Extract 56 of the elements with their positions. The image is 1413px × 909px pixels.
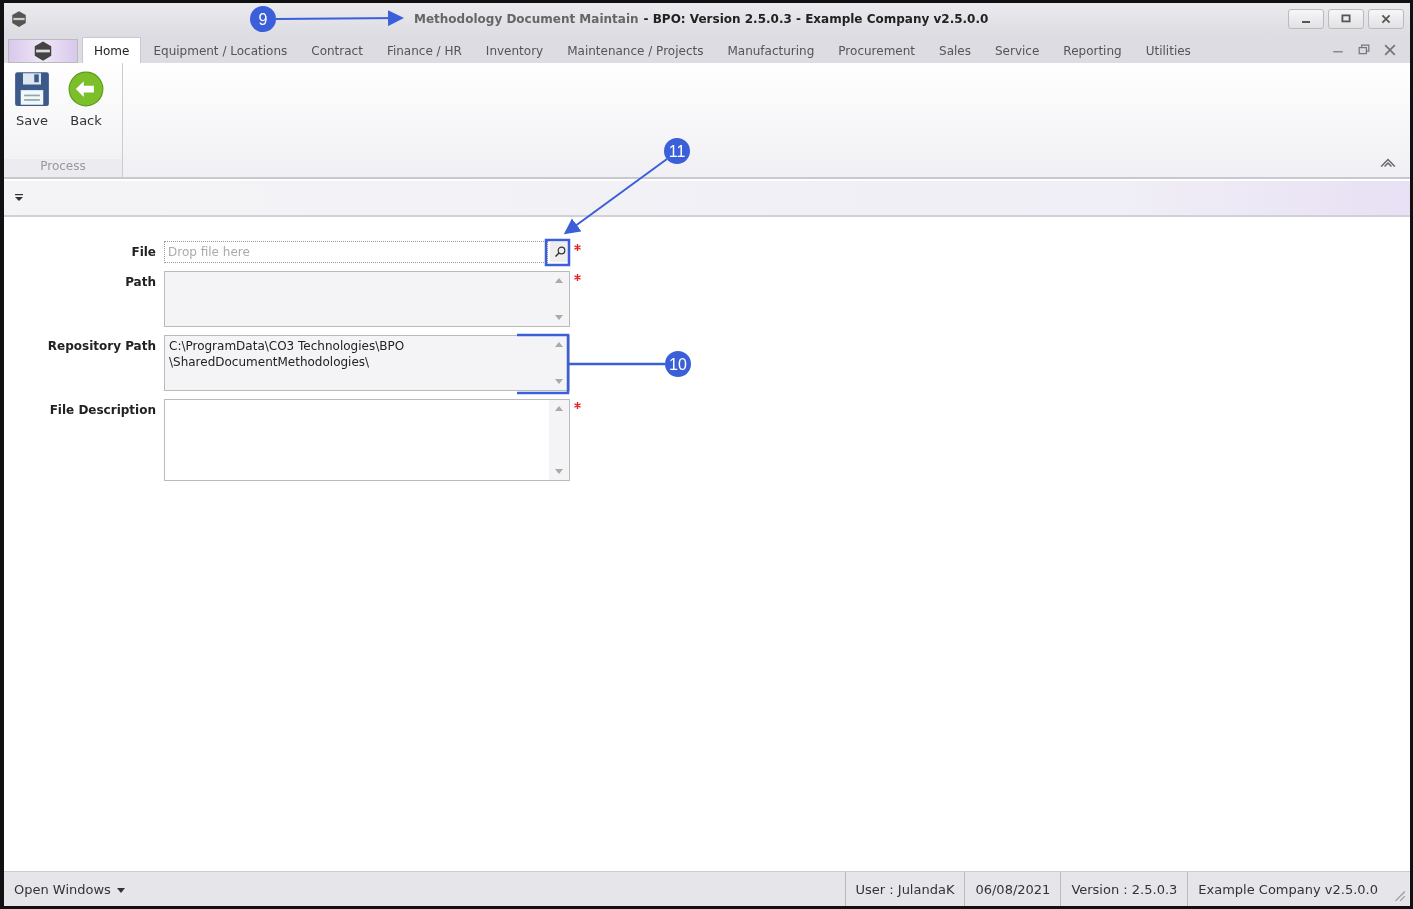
ribbon-tab[interactable]: Contract	[299, 37, 375, 63]
ribbon-tab[interactable]: Utilities	[1133, 37, 1203, 63]
collapse-ribbon-icon[interactable]	[1380, 157, 1396, 169]
ribbon-group-label: Process	[4, 159, 122, 177]
maximize-icon	[1340, 13, 1352, 25]
ribbon-button[interactable]: Save	[8, 69, 56, 153]
app-logo-icon	[10, 10, 28, 28]
memo-field[interactable]	[164, 399, 570, 481]
field-label: Path	[124, 274, 156, 291]
field-label: File Description	[48, 402, 156, 419]
application-menu-button[interactable]	[8, 39, 78, 63]
status-item: 06/08/2021	[964, 872, 1061, 906]
window-title: Methodology Document Maintain	[414, 12, 639, 26]
scroll-down-icon[interactable]	[555, 379, 563, 384]
scroll-up-icon[interactable]	[555, 278, 563, 283]
window-subtitle: - BPO: Version 2.5.0.3 - Example Company v2.5.0.0	[643, 12, 989, 26]
status-item: Example Company v2.5.0.0	[1187, 872, 1388, 906]
close-button[interactable]	[1368, 9, 1404, 29]
maximize-button[interactable]	[1328, 9, 1364, 29]
memo-field[interactable]	[164, 271, 570, 327]
file-drop-field[interactable]: Drop file here	[164, 241, 548, 263]
status-item: User : JulandaK	[844, 872, 965, 906]
close-icon[interactable]	[1384, 44, 1396, 56]
resize-grip-icon	[1392, 888, 1406, 902]
ribbon-tab[interactable]: Sales	[927, 37, 983, 63]
memo-field[interactable]: C:\ProgramData\CO3 Technologies\BPO \SharedDocumentMethodologies\	[164, 335, 570, 391]
scroll-up-icon[interactable]	[555, 406, 563, 411]
scroll-down-icon[interactable]	[555, 469, 563, 474]
ribbon-tab[interactable]: Service	[983, 37, 1052, 63]
callout-drawing: 9	[250, 6, 404, 32]
restore-icon[interactable]	[1358, 44, 1370, 56]
close-icon	[1380, 13, 1392, 25]
field-label: File	[130, 244, 156, 261]
ribbon-tab[interactable]: Finance / HR	[374, 37, 474, 63]
scroll-down-icon[interactable]	[555, 315, 563, 320]
ribbon-tab[interactable]: Procurement	[826, 37, 928, 63]
status-item: Version : 2.5.0.3	[1060, 872, 1188, 906]
minimize-icon	[1302, 21, 1310, 23]
open-windows-button[interactable]: Open Windows	[14, 881, 126, 897]
callout-drawing: 11	[544, 138, 690, 267]
caret-icon	[117, 887, 126, 893]
field-label: Repository Path	[46, 338, 156, 355]
dropdown-icon[interactable]	[14, 194, 24, 202]
minimize-button[interactable]	[1288, 9, 1324, 29]
ribbon-button[interactable]: Back	[62, 69, 110, 153]
callout-drawing: 10	[515, 333, 691, 395]
ribbon-tab[interactable]: Equipment / Locations	[141, 37, 300, 63]
ribbon-tab[interactable]: Inventory	[473, 37, 556, 63]
browse-button[interactable]	[550, 242, 570, 262]
scroll-up-icon[interactable]	[555, 342, 563, 347]
ribbon-tab[interactable]: Manufacturing	[715, 37, 827, 63]
app-logo-icon	[32, 40, 54, 62]
ribbon-tab[interactable]: Home	[82, 37, 142, 63]
ribbon-tab[interactable]: Reporting	[1051, 37, 1134, 63]
search-icon	[554, 246, 566, 258]
ribbon-tab[interactable]: Maintenance / Projects	[555, 37, 716, 63]
